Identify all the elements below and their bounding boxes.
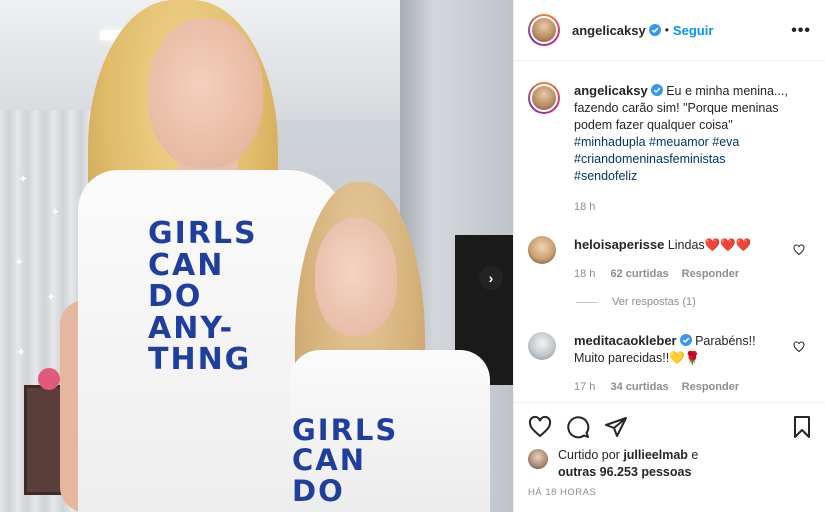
caption-avatar[interactable] [528,82,560,114]
view-replies-label: Ver respostas (1) [612,296,696,308]
comments-list: angelicaksy Eu e minha menina..., fazend… [514,62,825,402]
girl-face [315,218,397,336]
caption-hashtags-line-2[interactable]: #criandomeninasfeministas [574,151,812,168]
comment: heloisaperisse Lindas❤️❤️❤️ 18 h 62 curt… [528,236,788,283]
comment-likes[interactable]: 34 curtidas [610,381,668,393]
toy [38,368,60,390]
author-avatar[interactable] [528,14,560,46]
post-header: angelicaksy • Seguir ••• [514,0,825,61]
reply-button[interactable]: Responder [682,381,739,393]
comment-username[interactable]: meditacaokleber [574,333,677,348]
verified-badge-icon [650,84,663,96]
caption-time[interactable]: 18 h [574,201,595,213]
likes-others[interactable]: outras 96.253 pessoas [558,465,691,479]
share-icon[interactable] [604,415,628,439]
view-replies-button[interactable]: Ver respostas (1) [576,296,696,308]
caption-hashtags-line-3[interactable]: #sendofeliz [574,168,812,185]
comment-time[interactable]: 17 h [574,381,595,393]
reply-button[interactable]: Responder [682,268,739,280]
next-arrow-icon: › [488,270,494,286]
comment-avatar[interactable] [528,236,556,264]
verified-badge-icon [648,24,661,36]
comment-like-heart-icon[interactable] [793,244,805,256]
comment-time[interactable]: 18 h [574,268,595,280]
comment: meditacaokleber Parabéns!! Muito parecid… [528,332,788,396]
likes-prefix: Curtido por [558,448,620,462]
post-time-ago[interactable]: HÁ 18 HORAS [528,487,596,498]
comment-likes[interactable]: 62 curtidas [610,268,668,280]
likes-summary: Curtido por jullieelmab e outras 96.253 … [528,447,698,481]
liker-avatar[interactable] [528,449,548,469]
post-actions: Curtido por jullieelmab e outras 96.253 … [514,402,825,512]
wall-butterfly-decor: ✦ [46,290,57,304]
post-sidebar: angelicaksy • Seguir ••• angelicaksy Eu … [513,0,825,512]
wall-butterfly-decor: ✦ [16,345,27,359]
follow-button[interactable]: Seguir [673,23,713,38]
comment-text: Lindas❤️❤️❤️ [667,238,752,252]
comment-icon[interactable] [566,415,590,439]
caption: angelicaksy Eu e minha menina..., fazend… [528,82,812,216]
caption-hashtags-line-1[interactable]: #minhadupla #meuamor #eva [574,134,812,151]
heart-icon[interactable] [528,415,552,439]
author-username[interactable]: angelicaksy [572,23,646,38]
next-photo-button[interactable]: › [479,266,503,290]
verified-badge-icon [679,334,692,346]
caption-username[interactable]: angelicaksy [574,83,648,98]
woman-shirt-print: GIRLS CAN DO ANY- THNG [148,216,258,377]
wall-butterfly-decor: ✦ [18,172,29,186]
replies-line [576,301,598,303]
bookmark-icon[interactable] [790,415,814,439]
woman-face [148,18,263,168]
likes-connector: e [691,448,699,462]
wall-butterfly-decor: ✦ [14,255,25,269]
wall-butterfly-decor: ✦ [50,205,61,219]
more-options-icon[interactable]: ••• [791,22,811,40]
header-separator: • [664,23,669,37]
comment-avatar[interactable] [528,332,556,360]
liker-username[interactable]: jullieelmab [623,448,688,462]
instagram-post: ✦ ✦ ✦ ✦ ✦ GIRLS CAN DO ANY- THNG GIRLS C… [0,0,825,512]
post-photo[interactable]: ✦ ✦ ✦ ✦ ✦ GIRLS CAN DO ANY- THNG GIRLS C… [0,0,513,512]
comment-like-heart-icon[interactable] [793,341,805,353]
comment-username[interactable]: heloisaperisse [574,237,664,252]
girl-shirt-print: GIRLS CAN DO [292,413,399,508]
